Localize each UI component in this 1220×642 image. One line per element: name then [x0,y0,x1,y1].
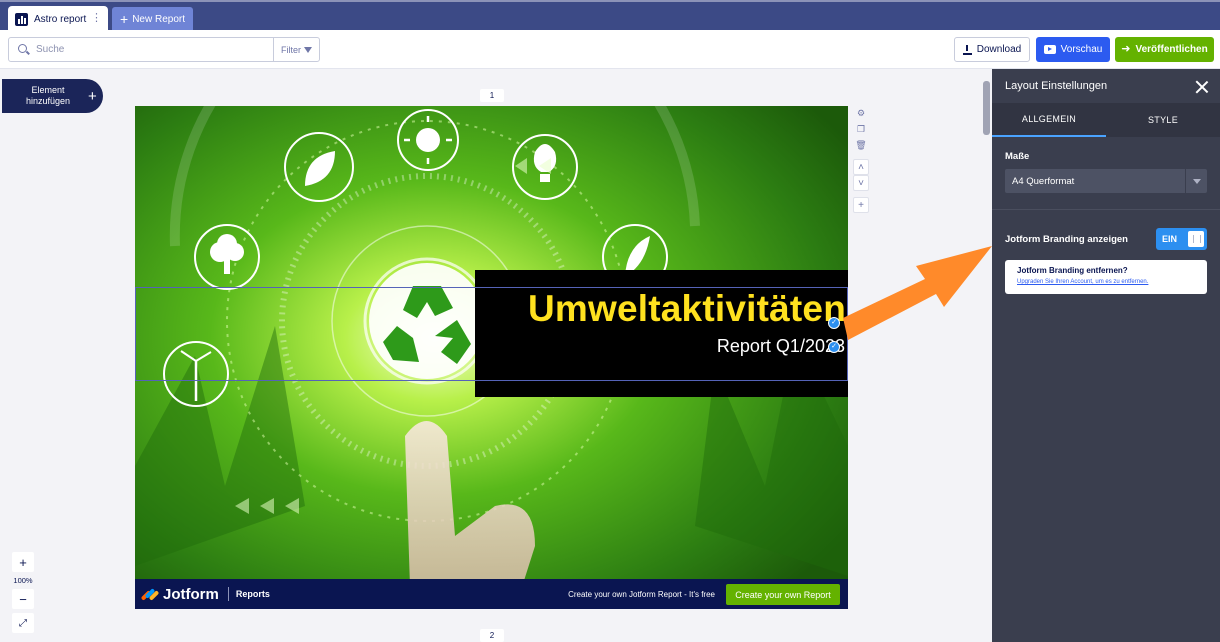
fit-screen-icon[interactable]: ⤢ [12,613,34,633]
branding-row: Jotform Branding anzeigen EIN [992,210,1220,250]
remove-branding-card: Jotform Branding entfernen? Upgraden Sie… [1005,260,1207,294]
duplicate-icon[interactable]: ❐ [855,123,868,136]
toggle-state: EIN [1162,234,1178,244]
canvas-scrollbar[interactable] [980,69,992,642]
report-canvas: Element hinzufügen + 1 2 Umweltaktivität… [0,69,992,642]
move-up-icon[interactable]: ˄ [853,159,869,175]
panel-tabs: ALLGEMEIN STYLE [992,103,1220,137]
search-input[interactable] [36,44,266,55]
more-options-icon[interactable]: ⋮ [91,12,102,24]
tab-allgemein[interactable]: ALLGEMEIN [992,103,1106,137]
search-icon [18,43,30,56]
jotform-logo-icon [140,587,160,601]
size-value: A4 Querformat [1012,175,1075,187]
plus-icon: + [88,87,97,105]
new-report-label: New Report [132,13,185,25]
page-number: 2 [480,629,504,642]
size-label: Maße [1005,151,1030,162]
panel-header: Layout Einstellungen [992,69,1220,103]
brand-name: Jotform [163,585,219,603]
share-arrow-icon: ➜ [1121,43,1131,55]
tab-style[interactable]: STYLE [1106,103,1220,137]
plus-icon: + [120,11,129,27]
chevron-down-icon [1185,169,1207,193]
play-icon [1043,45,1056,54]
download-label: Download [976,44,1022,55]
toggle-knob [1188,231,1204,247]
upsell-title: Jotform Branding entfernen? [1017,266,1128,275]
page-number: 1 [480,89,504,102]
close-icon[interactable] [1195,80,1208,93]
check-icon[interactable]: ✓ [828,317,840,329]
publish-button[interactable]: ➜ Veröffentlichen [1115,37,1214,62]
zoom-in-button[interactable]: + [12,552,34,572]
cta-text: Create your own Jotform Report - It's fr… [568,590,715,599]
size-section: Maße A4 Querformat [992,137,1220,193]
tab-astro-report[interactable]: Astro report ⋮ [8,6,108,32]
add-page-icon[interactable]: + [853,197,869,213]
report-page[interactable]: Umweltaktivitäten Report Q1/2023 ✓ ✓ Jot… [135,106,848,609]
panel-title: Layout Einstellungen [1005,80,1108,92]
toolbar: Filter Download Vorschau ➜ Veröffentlich… [0,30,1220,69]
add-element-button[interactable]: Element hinzufügen + [2,79,103,113]
upgrade-link[interactable]: Upgraden Sie Ihren Account, um es zu ent… [1017,279,1207,285]
add-element-label: Element hinzufügen [25,85,71,106]
trash-icon[interactable]: 🗑 [855,139,868,152]
preview-label: Vorschau [1060,44,1103,55]
move-down-icon[interactable]: ˅ [853,175,869,191]
create-report-button[interactable]: Create your own Report [726,584,840,605]
funnel-icon [304,46,312,53]
filter-button[interactable]: Filter [273,38,319,61]
download-icon [962,44,972,55]
zoom-level: 100% [13,576,33,585]
publish-label: Veröffentlichen [1135,44,1208,55]
download-button[interactable]: Download [954,37,1030,62]
size-select[interactable]: A4 Querformat [1005,169,1207,193]
selection-outline [135,287,848,381]
report-icon [15,12,28,26]
zoom-out-button[interactable]: − [12,589,34,609]
scrollbar-thumb[interactable] [983,81,990,135]
tab-bar: Astro report ⋮ + New Report [0,0,1220,32]
branding-label: Jotform Branding anzeigen [1005,233,1128,245]
layout-settings-panel: Layout Einstellungen ALLGEMEIN STYLE Maß… [992,69,1220,642]
branding-bar: Jotform Reports Create your own Jotform … [135,579,848,609]
brand-product: Reports [235,589,270,599]
gear-icon[interactable]: ⚙ [855,107,868,120]
divider [227,587,229,601]
zoom-controls: + 100% − ⤢ [10,552,36,633]
check-icon[interactable]: ✓ [828,341,840,353]
filter-label: Filter [281,44,301,55]
tab-title: Astro report [34,13,87,25]
page-tools: ⚙ ❐ 🗑 ˄ ˅ + [853,107,869,213]
search-box: Filter [8,37,320,62]
preview-button[interactable]: Vorschau [1036,37,1110,62]
new-report-tab[interactable]: + New Report [112,7,193,31]
branding-toggle[interactable]: EIN [1156,228,1207,250]
